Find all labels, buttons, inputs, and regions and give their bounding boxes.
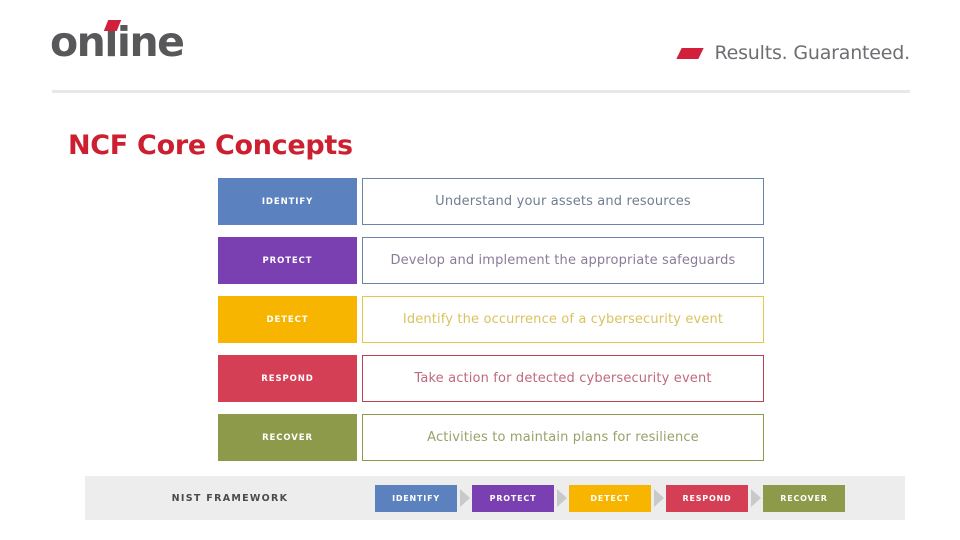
page-title: NCF Core Concepts <box>68 130 353 161</box>
concept-description-detect: Identify the occurrence of a cybersecuri… <box>362 296 764 343</box>
navbar-steps: IDENTIFY PROTECT DETECT RESPOND RECOVER <box>375 484 845 512</box>
concept-description-recover: Activities to maintain plans for resilie… <box>362 414 764 461</box>
concept-row: DETECT Identify the occurrence of a cybe… <box>218 296 764 343</box>
concept-label-protect: PROTECT <box>218 237 357 284</box>
nav-step-identify[interactable]: IDENTIFY <box>375 484 457 512</box>
concepts-list: IDENTIFY Understand your assets and reso… <box>218 178 764 461</box>
navbar-title: NIST FRAMEWORK <box>171 492 289 504</box>
page-header: online Results. Guaranteed. <box>0 0 960 93</box>
concept-row: RESPOND Take action for detected cyberse… <box>218 355 764 402</box>
chevron-right-icon <box>748 489 763 507</box>
concept-description-identify: Understand your assets and resources <box>362 178 764 225</box>
chevron-right-icon <box>554 489 569 507</box>
chevron-right-icon <box>457 489 472 507</box>
concept-row: PROTECT Develop and implement the approp… <box>218 237 764 284</box>
chevron-right-icon <box>651 489 666 507</box>
nav-step-respond[interactable]: RESPOND <box>666 484 748 512</box>
nav-step-detect[interactable]: DETECT <box>569 484 651 512</box>
tagline-text: Results. Guaranteed. <box>714 42 910 64</box>
concept-label-respond: RESPOND <box>218 355 357 402</box>
nav-step-protect[interactable]: PROTECT <box>472 484 554 512</box>
concept-label-identify: IDENTIFY <box>218 178 357 225</box>
concept-row: IDENTIFY Understand your assets and reso… <box>218 178 764 225</box>
header-divider <box>52 90 910 93</box>
red-parallelogram-icon <box>676 47 705 59</box>
tagline: Results. Guaranteed. <box>676 42 910 64</box>
concept-description-protect: Develop and implement the appropriate sa… <box>362 237 764 284</box>
concept-label-detect: DETECT <box>218 296 357 343</box>
nist-framework-navbar: NIST FRAMEWORK IDENTIFY PROTECT DETECT R… <box>85 476 905 520</box>
concept-label-recover: RECOVER <box>218 414 357 461</box>
concept-description-respond: Take action for detected cybersecurity e… <box>362 355 764 402</box>
concept-row: RECOVER Activities to maintain plans for… <box>218 414 764 461</box>
nav-step-recover[interactable]: RECOVER <box>763 484 845 512</box>
